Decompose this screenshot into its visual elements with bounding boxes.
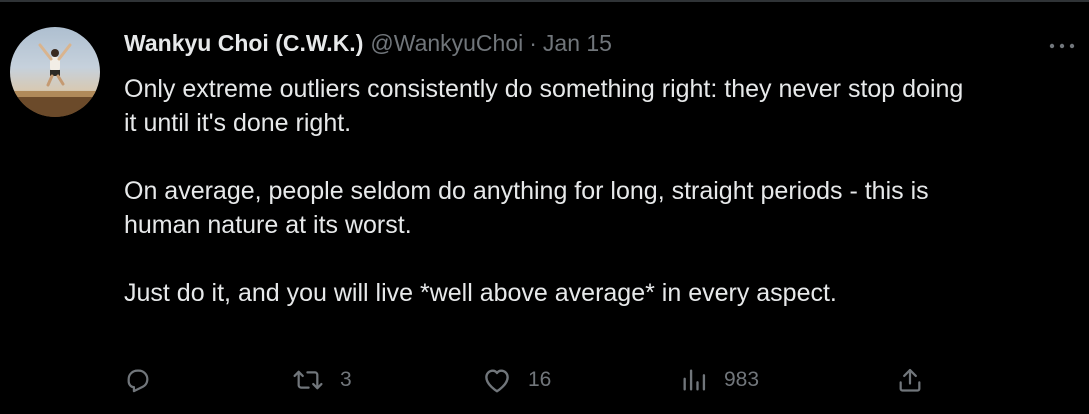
- divider: [0, 0, 1089, 2]
- tweet-line: Only extreme outliers consistently do so…: [124, 75, 964, 103]
- tweet-paragraph: Just do it, and you will live *well abov…: [124, 276, 1084, 310]
- reply-icon: [124, 366, 152, 394]
- retweet-button[interactable]: 3: [292, 360, 352, 400]
- tweet-card[interactable]: Wankyu Choi (C.W.K.) @WankyuChoi · Jan 1…: [0, 0, 1089, 414]
- user-handle[interactable]: @WankyuChoi: [370, 30, 523, 57]
- avatar[interactable]: [10, 27, 100, 117]
- tweet-text: Only extreme outliers consistently do so…: [124, 72, 1084, 344]
- share-icon: [896, 366, 924, 394]
- views-chart-icon: [680, 366, 708, 394]
- views-button[interactable]: 983: [680, 360, 759, 400]
- views-count: 983: [724, 368, 760, 391]
- separator-dot: ·: [529, 30, 537, 56]
- more-options-icon[interactable]: [1048, 38, 1076, 54]
- share-button[interactable]: [896, 360, 924, 400]
- retweet-count: 3: [340, 368, 352, 391]
- reply-button[interactable]: [124, 360, 152, 400]
- display-name[interactable]: Wankyu Choi (C.W.K.): [124, 30, 363, 57]
- tweet-line: it until it's done right.: [124, 109, 352, 137]
- tweet-line: Just do it, and you will live *well abov…: [124, 279, 837, 307]
- tweet-header: Wankyu Choi (C.W.K.) @WankyuChoi · Jan 1…: [124, 30, 612, 66]
- tweet-paragraph: Only extreme outliers consistently do so…: [124, 72, 1084, 140]
- tweet-date[interactable]: Jan 15: [543, 30, 612, 57]
- tweet-actions: 3 16 983: [0, 360, 1089, 400]
- like-count: 16: [528, 368, 552, 391]
- retweet-icon: [292, 366, 324, 394]
- like-button[interactable]: 16: [482, 360, 551, 400]
- tweet-line: On average, people seldom do anything fo…: [124, 177, 929, 205]
- heart-icon: [482, 366, 512, 394]
- tweet-line: human nature at its worst.: [124, 211, 412, 239]
- tweet-paragraph: On average, people seldom do anything fo…: [124, 174, 1084, 242]
